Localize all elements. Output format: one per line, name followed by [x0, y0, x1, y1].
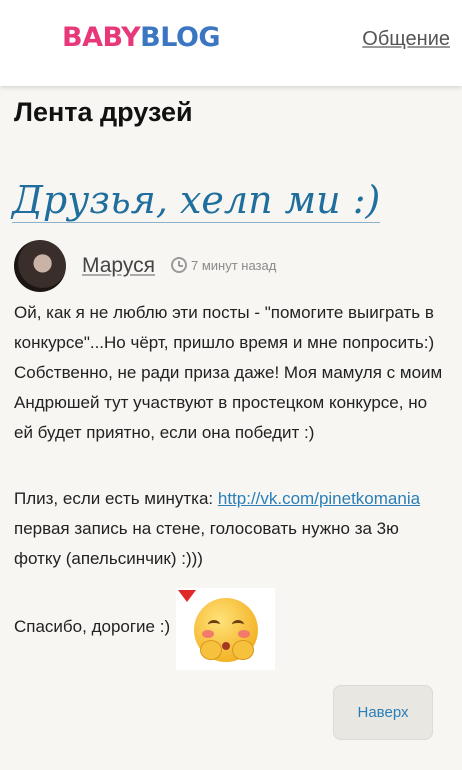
post-title-link[interactable]: Друзья, хелп ми :) [12, 178, 381, 223]
nav-link-community[interactable]: Общение [362, 28, 450, 51]
vk-link[interactable]: http://vk.com/pinetkomania [218, 489, 420, 508]
logo-blog-text: BLOG [140, 21, 221, 53]
emoji-sticker [176, 588, 275, 670]
party-hat-icon [178, 590, 196, 602]
author-name-link[interactable]: Маруся [82, 254, 155, 278]
paragraph-2-tail: первая запись на стене, голосовать нужно… [14, 519, 399, 568]
logo-baby-text: BABY [62, 21, 141, 53]
author-avatar[interactable] [14, 240, 66, 292]
babyblog-logo[interactable]: BABYBLOG [62, 14, 221, 60]
back-to-top-button[interactable]: Наверх [333, 685, 433, 740]
post-paragraph-2: Плиз, если есть минутка: http://vk.com/p… [14, 484, 450, 574]
post-paragraph-1: Ой, как я не люблю эти посты - "помогите… [14, 303, 443, 442]
clock-icon [171, 257, 187, 273]
app-header: BABYBLOG Общение [0, 0, 462, 86]
paragraph-2-lead: Плиз, если есть минутка: [14, 489, 218, 508]
post-timestamp: 7 минут назад [191, 258, 277, 273]
blushing-emoji-icon [194, 598, 258, 662]
page-title: Лента друзей [14, 97, 193, 127]
